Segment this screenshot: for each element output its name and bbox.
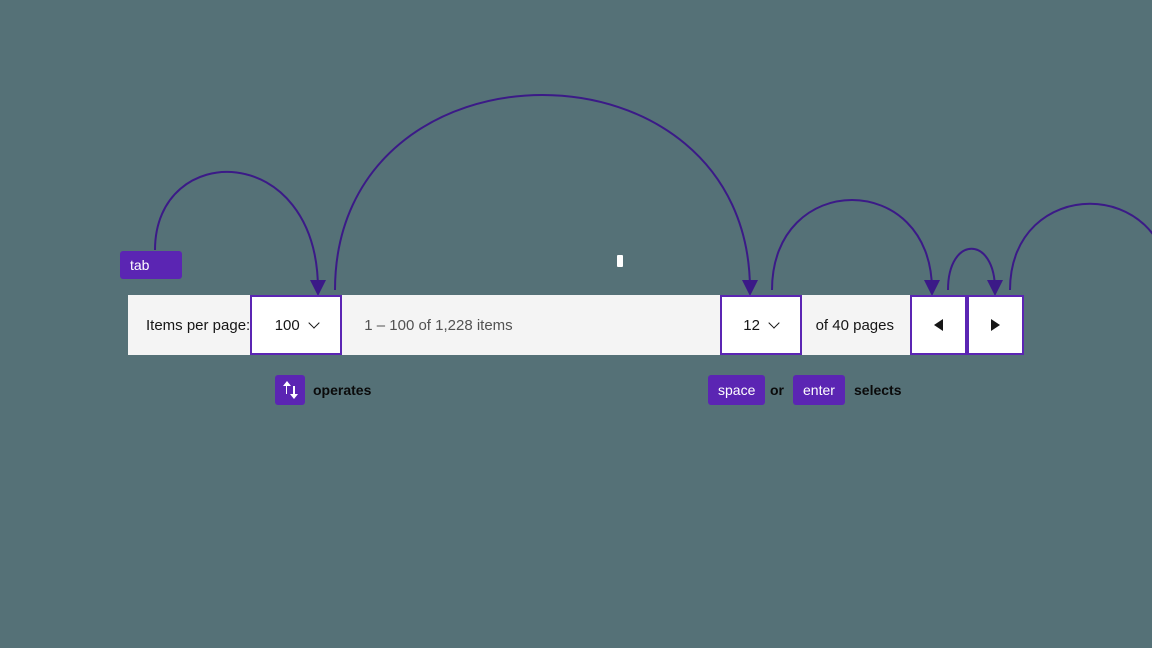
tab-key-badge: tab — [120, 251, 182, 279]
space-key-badge: space — [708, 375, 765, 405]
pagination-bar: Items per page: 100 1 – 100 of 1,228 ite… — [128, 295, 1024, 355]
arrow-keys-badge — [275, 375, 305, 405]
item-range-text: 1 – 100 of 1,228 items — [342, 295, 719, 355]
operates-hint: operates — [313, 382, 371, 398]
page-number-value: 12 — [743, 317, 760, 334]
chevron-down-icon — [768, 317, 779, 328]
caret-left-icon — [934, 319, 943, 331]
of-pages-text: of 40 pages — [802, 295, 910, 355]
tab-key-label: tab — [130, 258, 149, 272]
up-down-arrows-icon — [284, 382, 297, 398]
selects-hint: selects — [854, 382, 901, 398]
chevron-down-icon — [308, 317, 319, 328]
space-key-label: space — [718, 383, 755, 397]
text-cursor-indicator — [617, 255, 623, 267]
items-per-page-select[interactable]: 100 — [250, 295, 342, 355]
items-per-page-value: 100 — [275, 317, 300, 334]
next-page-button[interactable] — [967, 295, 1024, 355]
or-text: or — [770, 382, 784, 398]
items-per-page-label: Items per page: — [128, 295, 250, 355]
caret-right-icon — [991, 319, 1000, 331]
previous-page-button[interactable] — [910, 295, 967, 355]
enter-key-badge: enter — [793, 375, 845, 405]
enter-key-label: enter — [803, 383, 835, 397]
page-number-select[interactable]: 12 — [720, 295, 802, 355]
